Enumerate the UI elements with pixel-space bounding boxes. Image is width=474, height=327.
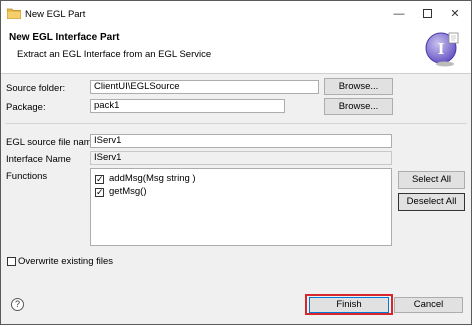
title-bar: New EGL Part — ✕ [1, 1, 471, 27]
function-label: addMsg(Msg string ) [109, 173, 196, 184]
checkmark-icon: ✓ [96, 174, 104, 184]
maximize-icon[interactable] [417, 5, 437, 23]
source-folder-browse-button[interactable]: Browse... [324, 78, 393, 95]
help-icon[interactable]: ? [11, 298, 24, 311]
function-checkbox[interactable]: ✓ [95, 174, 104, 184]
package-field[interactable]: pack1 [90, 99, 285, 113]
folder-icon [7, 8, 21, 19]
minimize-icon[interactable]: — [389, 5, 409, 23]
source-folder-label: Source folder: [6, 83, 66, 94]
function-checkbox[interactable]: ✓ [95, 187, 104, 197]
file-name-field[interactable]: IServ1 [90, 134, 392, 148]
separator [5, 123, 467, 124]
package-browse-button[interactable]: Browse... [324, 98, 393, 115]
finish-highlight [305, 294, 393, 315]
functions-list[interactable]: ✓ addMsg(Msg string ) ✓ getMsg() [90, 168, 392, 246]
functions-label: Functions [6, 171, 48, 182]
interface-name-field: IServ1 [90, 151, 392, 165]
window-title: New EGL Part [25, 9, 86, 20]
overwrite-checkbox[interactable] [7, 257, 16, 266]
file-name-label: EGL source file name: [6, 137, 100, 148]
interface-wizard-icon: I [425, 32, 459, 67]
new-egl-part-dialog: New EGL Part — ✕ New EGL Interface Part … [0, 0, 472, 325]
function-label: getMsg() [109, 186, 147, 197]
interface-name-label: Interface Name [6, 154, 71, 165]
select-all-button[interactable]: Select All [398, 171, 465, 189]
deselect-all-button[interactable]: Deselect All [398, 193, 465, 211]
banner-description: Extract an EGL Interface from an EGL Ser… [17, 49, 212, 60]
svg-text:I: I [438, 39, 445, 58]
checkmark-icon: ✓ [96, 187, 104, 197]
close-icon[interactable]: ✕ [445, 5, 465, 23]
source-folder-field[interactable]: ClientUI\EGLSource [90, 80, 319, 94]
cancel-button[interactable]: Cancel [394, 297, 463, 313]
wizard-banner: New EGL Interface Part Extract an EGL In… [1, 27, 471, 74]
banner-title: New EGL Interface Part [9, 32, 120, 43]
overwrite-label: Overwrite existing files [18, 256, 114, 267]
package-label: Package: [6, 102, 46, 113]
